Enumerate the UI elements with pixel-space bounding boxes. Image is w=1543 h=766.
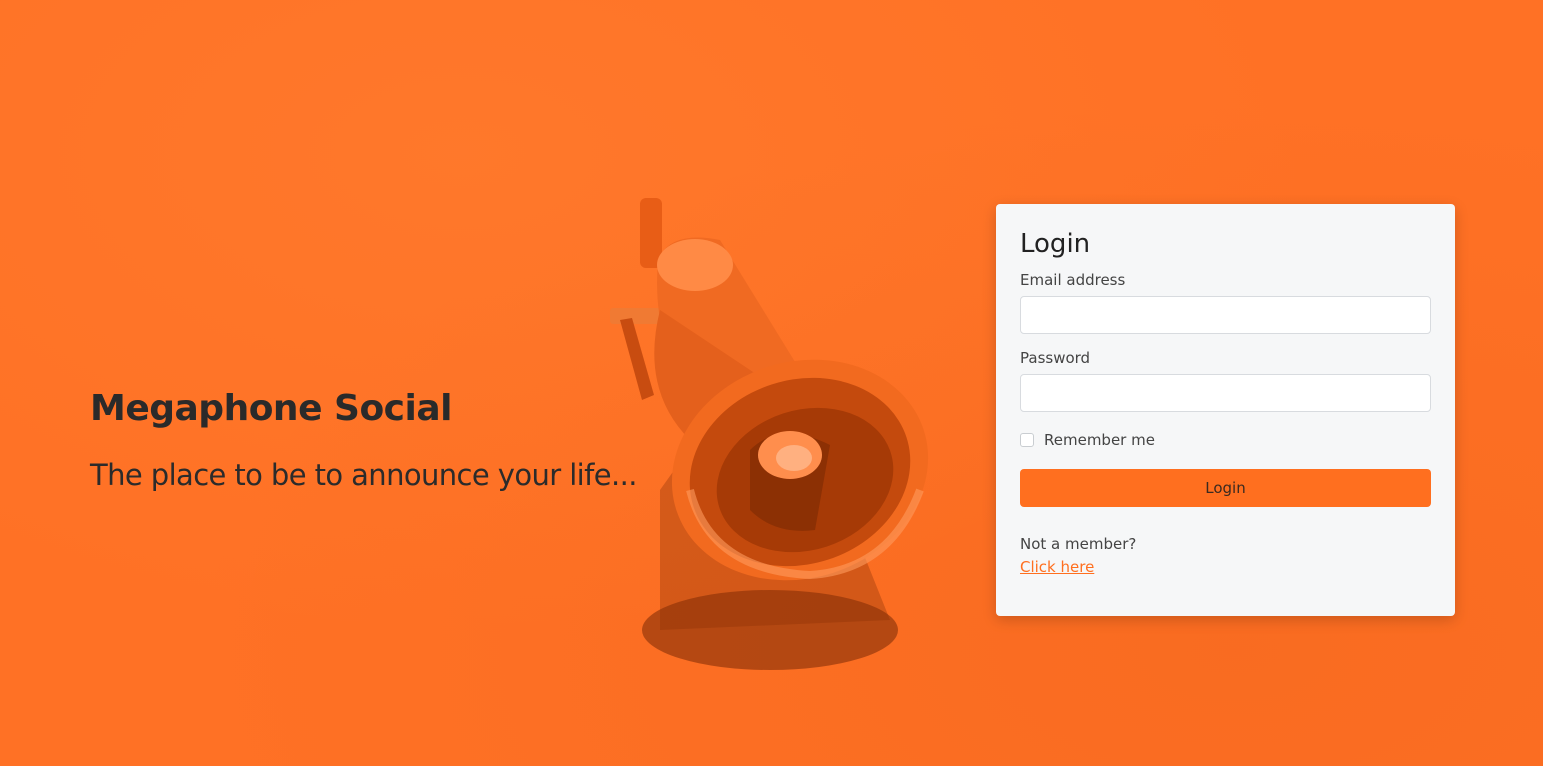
remember-me-label[interactable]: Remember me (1044, 431, 1155, 449)
password-label: Password (1020, 349, 1091, 367)
remember-me-checkbox[interactable] (1020, 433, 1034, 447)
email-field[interactable] (1020, 296, 1431, 334)
signup-prompt: Not a member? (1020, 535, 1137, 553)
signup-link[interactable]: Click here (1020, 555, 1094, 579)
remember-me-row: Remember me (1020, 430, 1431, 450)
password-field[interactable] (1020, 374, 1431, 412)
login-page: Megaphone Social The place to be to anno… (0, 0, 1543, 766)
email-label: Email address (1020, 271, 1126, 289)
login-button[interactable]: Login (1020, 469, 1431, 507)
hero-section: Megaphone Social The place to be to anno… (90, 386, 690, 494)
site-title: Megaphone Social (90, 388, 452, 429)
login-card: Login Email address Password Remember me… (996, 204, 1455, 616)
login-heading: Login (1020, 229, 1091, 259)
site-tagline: The place to be to announce your life... (90, 458, 637, 492)
